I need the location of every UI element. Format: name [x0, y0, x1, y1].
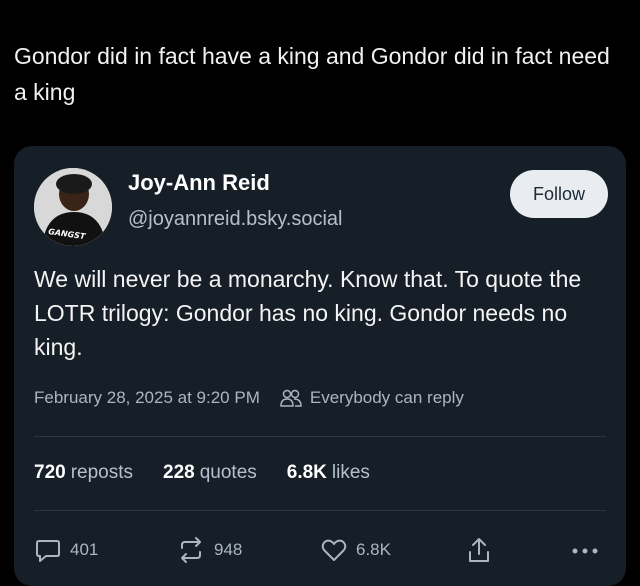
post-text: We will never be a monarchy. Know that. …	[34, 266, 582, 360]
post-actions: 401 948 6.8K	[34, 536, 606, 568]
divider	[34, 510, 606, 511]
likes-label: likes	[331, 462, 370, 483]
people-icon	[280, 389, 302, 407]
reposts-label: reposts	[70, 462, 134, 483]
more-options-icon	[572, 548, 598, 554]
share-icon	[469, 538, 489, 562]
like-count: 6.8K	[356, 540, 391, 559]
post-stats: 720 reposts 228 quotes 6.8K likes	[34, 462, 400, 484]
share-button[interactable]	[466, 536, 500, 564]
reposts-count: 720	[34, 462, 66, 483]
more-options-button[interactable]	[570, 536, 608, 564]
quotes-count: 228	[163, 462, 195, 483]
post-timestamp[interactable]: February 28, 2025 at 9:20 PM	[34, 388, 260, 408]
quotes-stat[interactable]: 228 quotes	[163, 462, 257, 484]
avatar-image: GANGST	[34, 168, 112, 246]
author-handle[interactable]: @joyannreid.bsky.social	[128, 208, 342, 231]
like-button[interactable]: 6.8K	[320, 536, 391, 564]
divider	[34, 436, 606, 437]
likes-count: 6.8K	[286, 462, 327, 483]
reposts-stat[interactable]: 720 reposts	[34, 462, 133, 484]
reply-button[interactable]: 401	[34, 536, 98, 564]
repost-count: 948	[214, 540, 243, 559]
caption-text: Gondor did in fact have a king and Gondo…	[14, 43, 610, 105]
repost-icon	[181, 537, 201, 563]
embedded-post-card[interactable]: GANGST Joy-Ann Reid @joyannreid.bsky.soc…	[14, 146, 626, 586]
repost-button[interactable]: 948	[176, 536, 242, 564]
reply-count: 401	[70, 540, 99, 559]
heart-icon	[321, 539, 347, 561]
post-meta: February 28, 2025 at 9:20 PM Everybody c…	[34, 388, 464, 408]
author-name[interactable]: Joy-Ann Reid	[128, 170, 270, 196]
likes-stat[interactable]: 6.8K likes	[287, 462, 370, 484]
avatar[interactable]: GANGST	[34, 168, 112, 246]
reply-icon	[36, 540, 60, 562]
reply-setting: Everybody can reply	[280, 388, 464, 408]
quotes-label: quotes	[199, 462, 257, 483]
follow-button[interactable]: Follow	[510, 170, 608, 218]
reply-setting-label: Everybody can reply	[309, 388, 464, 407]
